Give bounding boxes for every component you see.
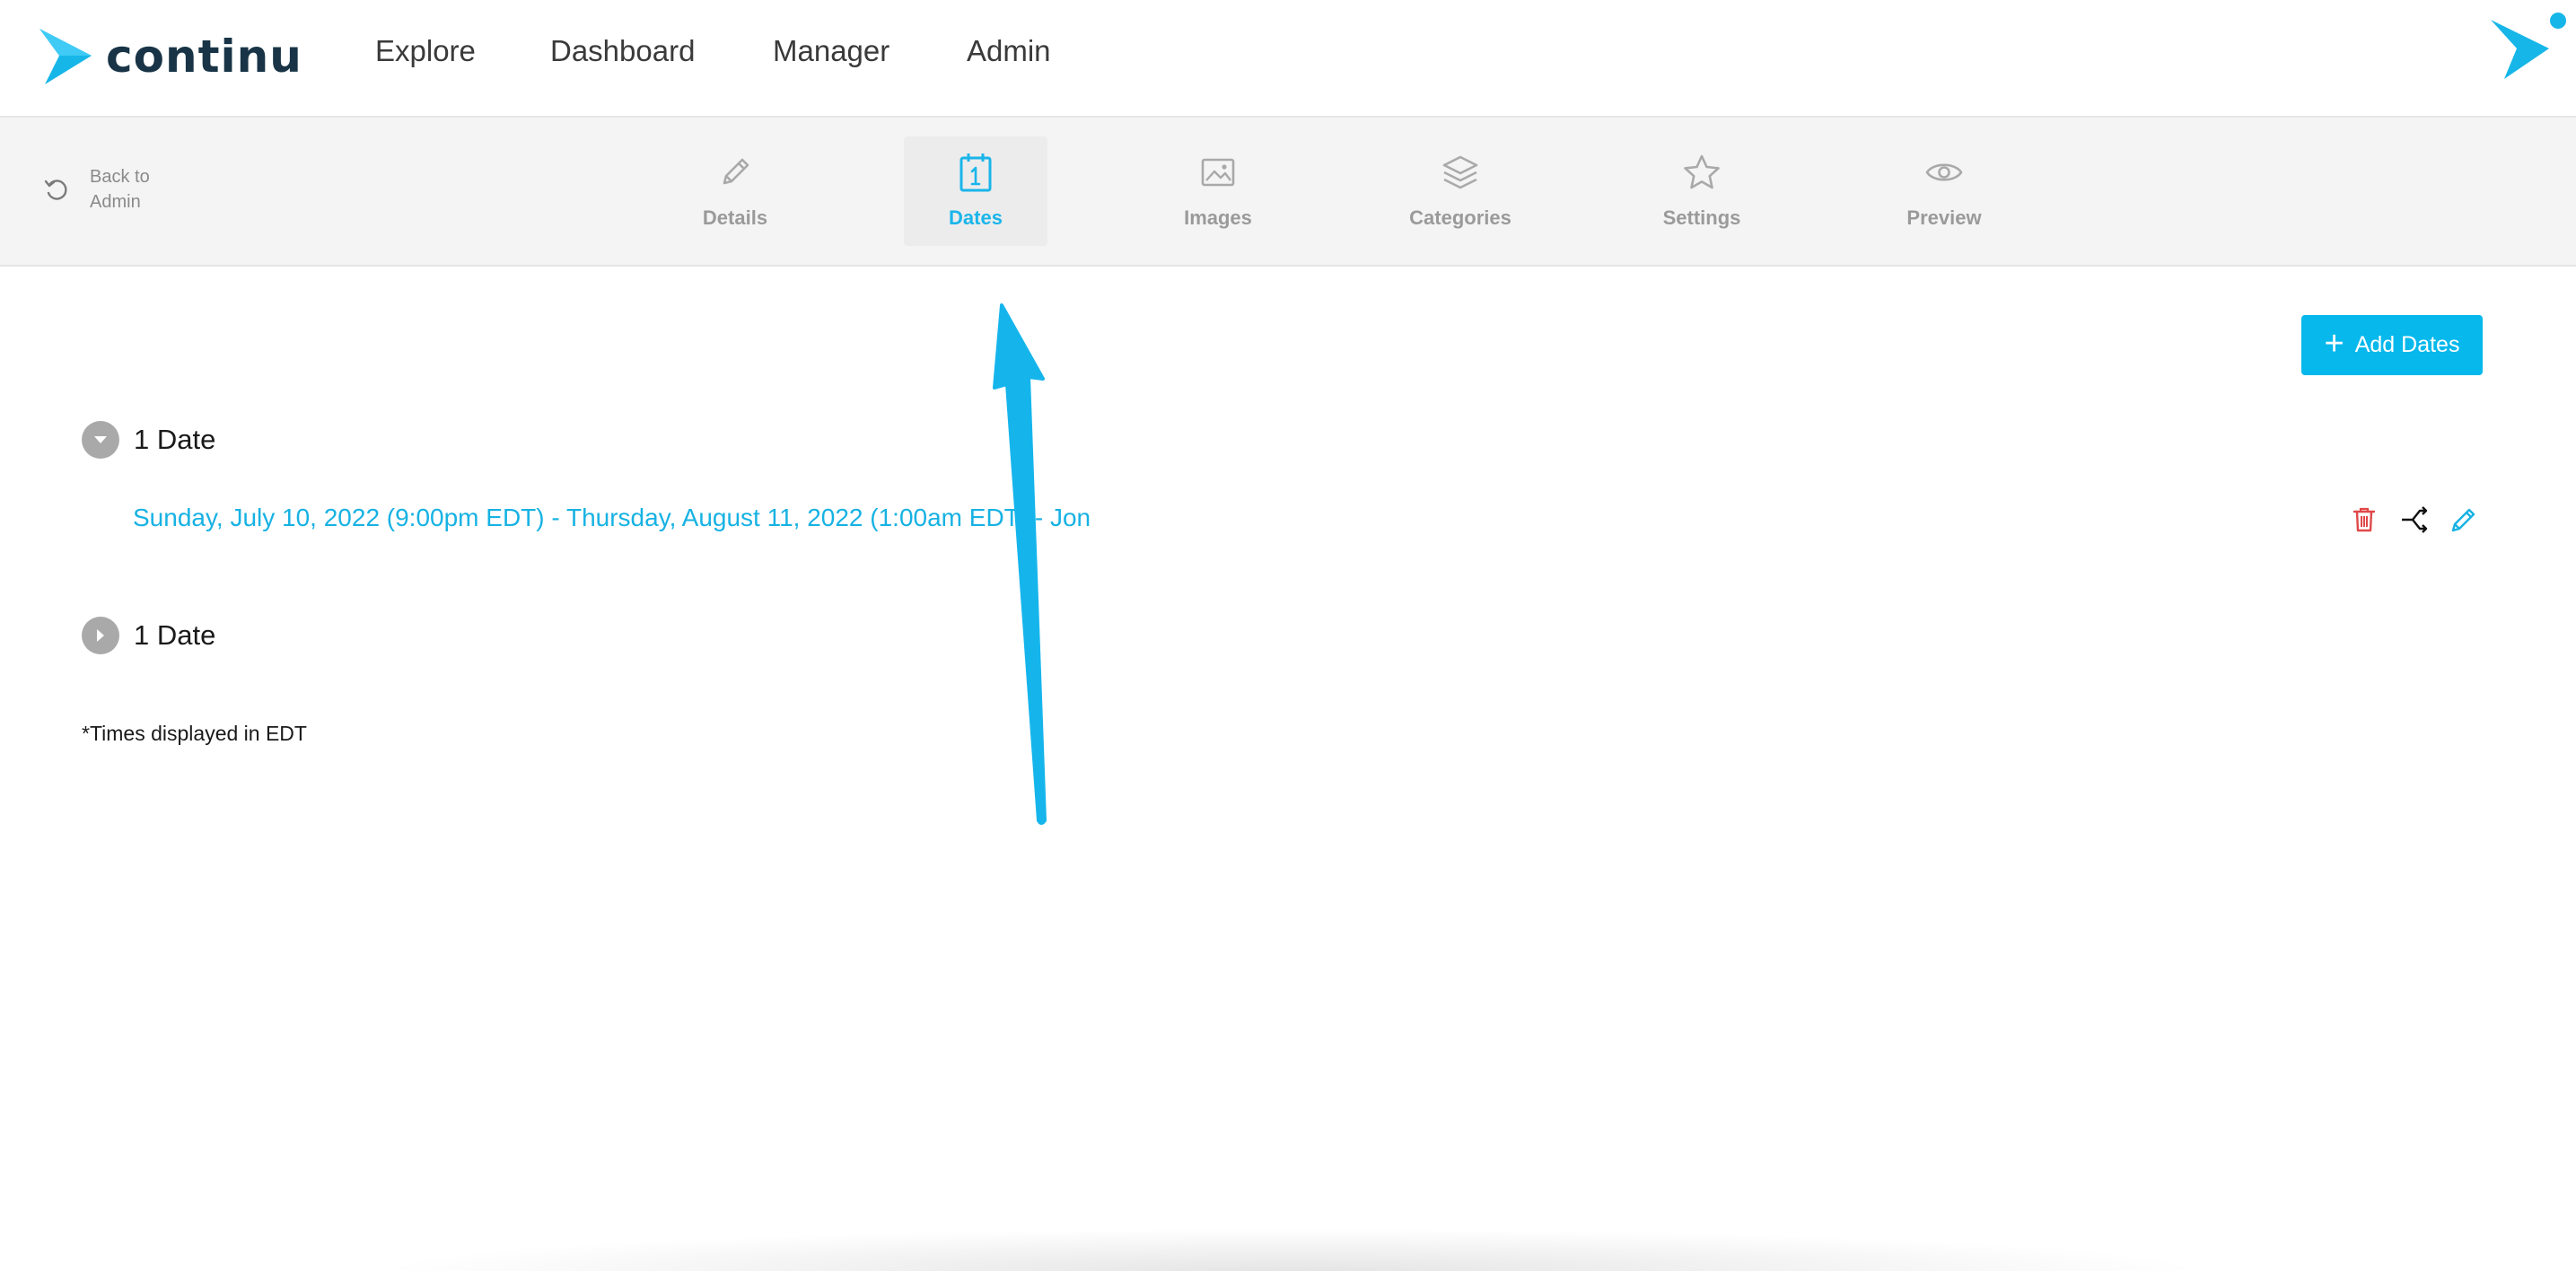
add-dates-button[interactable]: + Add Dates (2301, 315, 2483, 375)
image-icon (1201, 158, 1235, 187)
tab-details[interactable]: Details (663, 136, 807, 246)
annotation-arrow (993, 303, 1047, 825)
chevron-right-icon[interactable] (82, 617, 119, 654)
chevron-down-icon[interactable] (82, 421, 119, 459)
user-menu-logo[interactable] (2486, 11, 2567, 83)
star-icon (1684, 154, 1720, 189)
top-navigation: continu Explore Dashboard Manager Admin (0, 0, 2576, 118)
brand-logo[interactable]: continu (38, 25, 302, 88)
tab-categories[interactable]: Categories (1389, 136, 1532, 246)
nav-admin[interactable]: Admin (967, 34, 1051, 68)
tab-images[interactable]: Images (1146, 136, 1290, 246)
layers-icon (1442, 155, 1478, 189)
timezone-note: *Times displayed in EDT (82, 722, 307, 745)
share-date-button[interactable] (2398, 504, 2431, 536)
date-group-header-collapsed[interactable]: 1 Date (82, 617, 215, 654)
tab-images-label: Images (1184, 206, 1252, 229)
add-dates-label: Add Dates (2354, 332, 2460, 357)
edit-date-button[interactable] (2448, 504, 2480, 536)
trash-icon (2353, 507, 2376, 532)
nav-dashboard[interactable]: Dashboard (550, 34, 695, 68)
nav-explore[interactable]: Explore (375, 34, 476, 68)
pencil-icon (2451, 508, 2475, 532)
back-to-admin-label: Back to Admin (90, 167, 150, 212)
tab-dates[interactable]: Dates (904, 136, 1047, 246)
continu-logo-icon (39, 29, 92, 84)
tab-dates-label: Dates (949, 206, 1003, 229)
back-to-admin-link[interactable]: Back to Admin (43, 164, 171, 215)
date-group-header-expanded[interactable]: 1 Date (82, 421, 215, 459)
calendar-icon (959, 153, 992, 192)
tab-preview[interactable]: Preview (1872, 136, 2016, 246)
tab-settings-label: Settings (1662, 206, 1741, 229)
date-group-title: 1 Date (134, 424, 216, 455)
plus-icon: + (2324, 324, 2344, 363)
date-entry-link[interactable]: Sunday, July 10, 2022 (9:00pm EDT) - Thu… (133, 504, 1091, 532)
share-icon (2402, 506, 2428, 533)
tab-details-label: Details (702, 206, 768, 229)
continu-mark-icon (2491, 13, 2566, 79)
tab-settings[interactable]: Settings (1630, 136, 1774, 246)
tab-preview-label: Preview (1906, 206, 1982, 229)
date-group-title: 1 Date (134, 619, 216, 651)
brand-name: continu (106, 31, 302, 83)
undo-icon (44, 180, 67, 200)
tab-categories-label: Categories (1409, 206, 1511, 229)
eye-icon (1925, 163, 1963, 181)
editor-toolbar: Back to Admin Details Dates Images Categ… (0, 118, 2576, 267)
nav-manager[interactable]: Manager (773, 34, 889, 68)
pencil-icon (723, 158, 749, 185)
bottom-shadow (395, 1230, 2190, 1271)
delete-date-button[interactable] (2348, 504, 2380, 536)
